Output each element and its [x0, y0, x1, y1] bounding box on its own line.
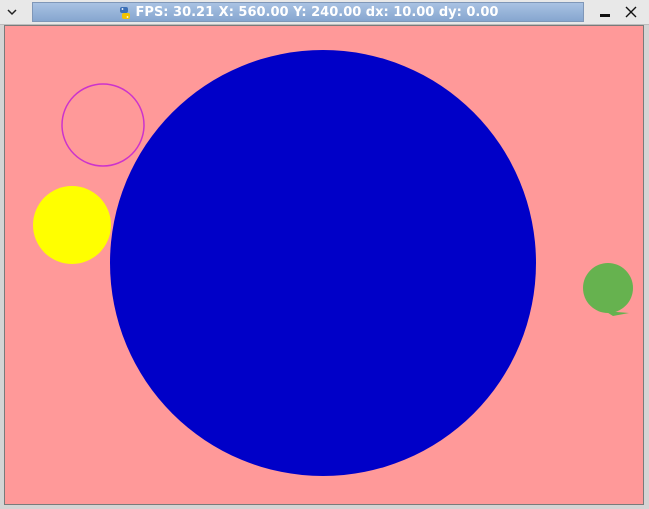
- minimize-icon[interactable]: [596, 3, 614, 21]
- green-circle: [583, 263, 633, 313]
- app-window: FPS: 30.21 X: 560.00 Y: 240.00 dx: 10.00…: [0, 0, 649, 509]
- title-bar[interactable]: FPS: 30.21 X: 560.00 Y: 240.00 dx: 10.00…: [0, 0, 649, 25]
- yellow-circle: [33, 186, 111, 264]
- python-icon: [118, 5, 132, 19]
- close-icon[interactable]: [622, 3, 640, 21]
- green-circle-tail: [605, 311, 629, 316]
- blue-circle: [110, 50, 536, 476]
- chevron-down-icon[interactable]: [4, 4, 20, 20]
- window-title-area[interactable]: FPS: 30.21 X: 560.00 Y: 240.00 dx: 10.00…: [32, 2, 584, 22]
- magenta-ring: [61, 83, 145, 167]
- window-title: FPS: 30.21 X: 560.00 Y: 240.00 dx: 10.00…: [135, 4, 499, 20]
- game-canvas[interactable]: [4, 25, 644, 505]
